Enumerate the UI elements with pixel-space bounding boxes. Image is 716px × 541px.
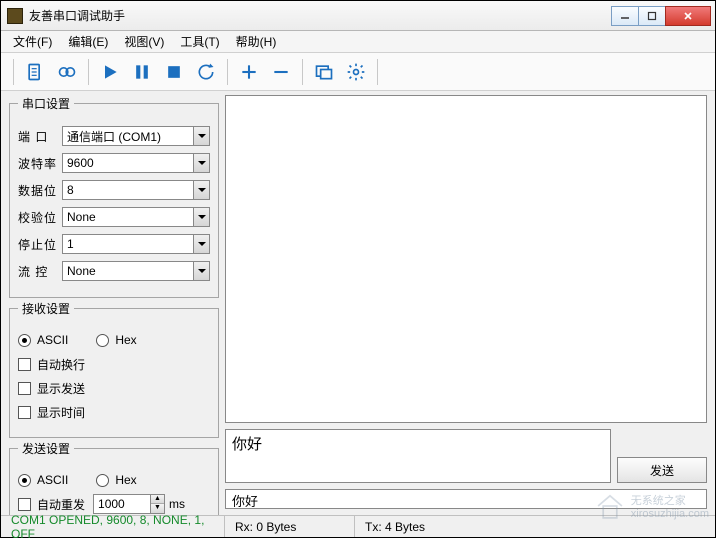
spin-up-icon[interactable]: ▲ <box>151 495 164 504</box>
parity-value: None <box>63 210 193 224</box>
send-button[interactable]: 发送 <box>617 457 707 483</box>
chevron-down-icon[interactable] <box>193 127 209 145</box>
recv-wrap-label: 自动换行 <box>37 356 85 373</box>
port-value: 通信端口 (COM1) <box>63 128 193 145</box>
databits-combo[interactable]: 8 <box>62 180 210 200</box>
serial-settings-group: 串口设置 端 口 通信端口 (COM1) 波特率 9600 数据位 8 校验位 … <box>9 95 219 298</box>
minimize-button[interactable] <box>611 6 639 26</box>
flow-value: None <box>63 264 193 278</box>
send-ascii-radio[interactable] <box>18 474 31 487</box>
settings-icon[interactable] <box>341 57 371 87</box>
port-combo[interactable]: 通信端口 (COM1) <box>62 126 210 146</box>
echo-line[interactable]: 你好 <box>225 489 707 509</box>
recv-show-time-check[interactable] <box>18 406 31 419</box>
send-button-label: 发送 <box>650 462 674 479</box>
baud-value: 9600 <box>63 156 193 170</box>
auto-resend-check[interactable] <box>18 498 31 511</box>
record-icon[interactable] <box>52 57 82 87</box>
flow-label: 流 控 <box>18 263 62 280</box>
windows-icon[interactable] <box>309 57 339 87</box>
send-hex-radio[interactable] <box>96 474 109 487</box>
baud-label: 波特率 <box>18 155 62 172</box>
maximize-button[interactable] <box>638 6 666 26</box>
send-textarea[interactable]: 你好 <box>225 429 611 483</box>
menu-help[interactable]: 帮助(H) <box>228 31 285 52</box>
remove-icon[interactable] <box>266 57 296 87</box>
stopbits-value: 1 <box>63 237 193 251</box>
new-file-icon[interactable] <box>20 57 50 87</box>
chevron-down-icon[interactable] <box>193 181 209 199</box>
recv-show-send-label: 显示发送 <box>37 380 85 397</box>
refresh-icon[interactable] <box>191 57 221 87</box>
title-bar: 友善串口调试助手 <box>1 1 715 31</box>
recv-show-time-label: 显示时间 <box>37 404 85 421</box>
send-settings-legend: 发送设置 <box>18 440 74 457</box>
menu-view[interactable]: 视图(V) <box>116 31 172 52</box>
status-tx: Tx: 4 Bytes <box>355 516 715 537</box>
parity-combo[interactable]: None <box>62 207 210 227</box>
chevron-down-icon[interactable] <box>193 262 209 280</box>
recv-hex-radio[interactable] <box>96 334 109 347</box>
pause-icon[interactable] <box>127 57 157 87</box>
databits-label: 数据位 <box>18 182 62 199</box>
baud-combo[interactable]: 9600 <box>62 153 210 173</box>
receive-settings-group: 接收设置 ASCII Hex 自动换行 显示发送 显示时间 <box>9 300 219 438</box>
flow-combo[interactable]: None <box>62 261 210 281</box>
recv-ascii-radio[interactable] <box>18 334 31 347</box>
status-connection: COM1 OPENED, 9600, 8, NONE, 1, OFF <box>1 516 225 537</box>
stop-icon[interactable] <box>159 57 189 87</box>
serial-settings-legend: 串口设置 <box>18 95 74 112</box>
port-label: 端 口 <box>18 128 62 145</box>
menu-tools[interactable]: 工具(T) <box>172 31 227 52</box>
status-rx: Rx: 0 Bytes <box>225 516 355 537</box>
receive-settings-legend: 接收设置 <box>18 300 74 317</box>
play-icon[interactable] <box>95 57 125 87</box>
recv-ascii-label: ASCII <box>37 333 68 347</box>
app-icon <box>7 8 23 24</box>
menu-bar: 文件(F) 编辑(E) 视图(V) 工具(T) 帮助(H) <box>1 31 715 53</box>
send-hex-label: Hex <box>115 473 136 487</box>
chevron-down-icon[interactable] <box>193 208 209 226</box>
recv-show-send-check[interactable] <box>18 382 31 395</box>
add-icon[interactable] <box>234 57 264 87</box>
toolbar <box>1 53 715 91</box>
menu-file[interactable]: 文件(F) <box>5 31 60 52</box>
databits-value: 8 <box>63 183 193 197</box>
client-area: 串口设置 端 口 通信端口 (COM1) 波特率 9600 数据位 8 校验位 … <box>1 91 715 515</box>
stopbits-label: 停止位 <box>18 236 62 253</box>
chevron-down-icon[interactable] <box>193 154 209 172</box>
auto-resend-label: 自动重发 <box>37 496 85 513</box>
status-bar: COM1 OPENED, 9600, 8, NONE, 1, OFF Rx: 0… <box>1 515 715 537</box>
send-ascii-label: ASCII <box>37 473 68 487</box>
stopbits-combo[interactable]: 1 <box>62 234 210 254</box>
parity-label: 校验位 <box>18 209 62 226</box>
interval-unit: ms <box>169 497 185 511</box>
menu-edit[interactable]: 编辑(E) <box>60 31 116 52</box>
interval-spinner[interactable]: 1000 ▲▼ <box>93 494 165 514</box>
close-button[interactable] <box>665 6 711 26</box>
recv-wrap-check[interactable] <box>18 358 31 371</box>
interval-value: 1000 <box>94 497 150 511</box>
recv-hex-label: Hex <box>115 333 136 347</box>
receive-textarea[interactable] <box>225 95 707 423</box>
window-title: 友善串口调试助手 <box>29 7 612 24</box>
chevron-down-icon[interactable] <box>193 235 209 253</box>
